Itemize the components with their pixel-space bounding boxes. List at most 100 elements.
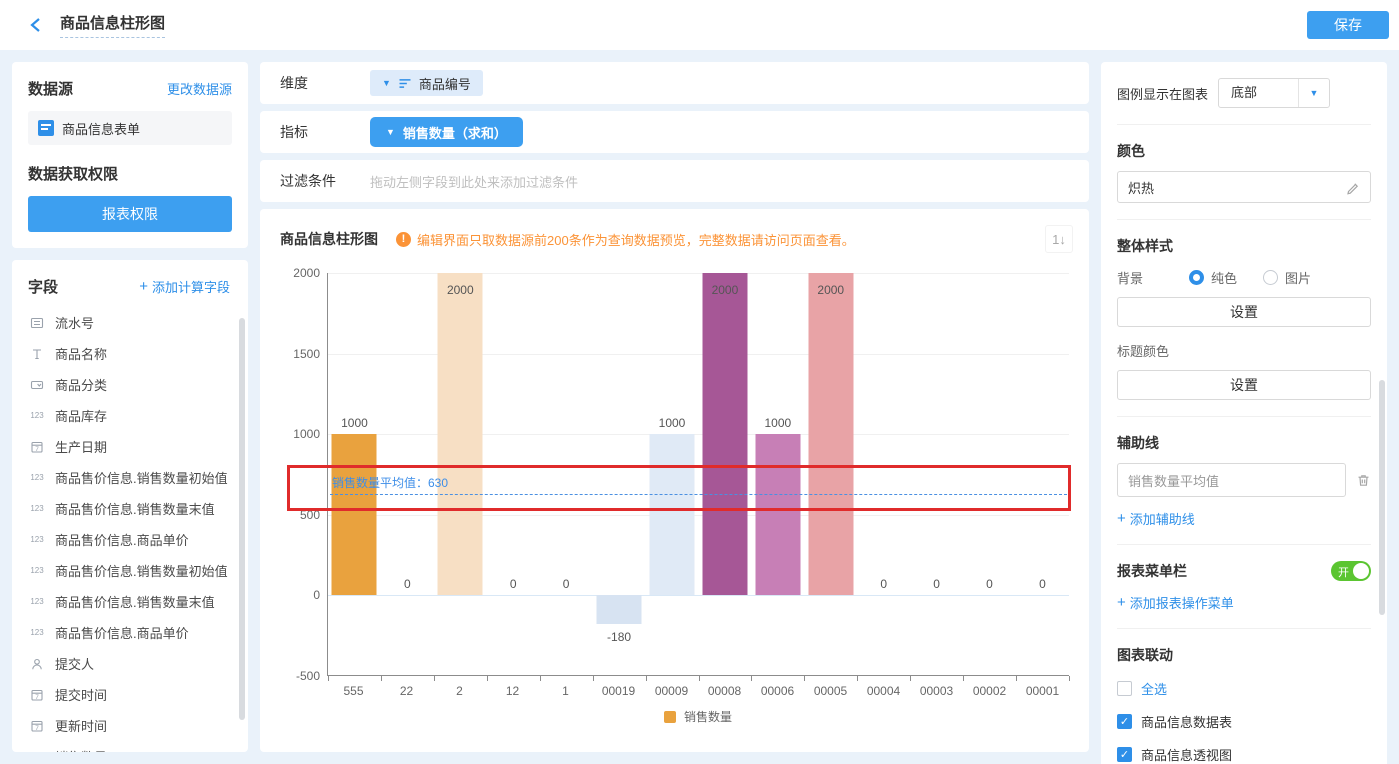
save-button[interactable]: 保存	[1307, 11, 1389, 39]
number-field-icon: 123	[28, 473, 46, 482]
bar-value-label: 1000	[328, 416, 381, 430]
chart-legend[interactable]: 销售数量	[327, 708, 1069, 725]
linkage-list: ✓商品信息数据表 ✓商品信息透视图	[1117, 712, 1371, 764]
trash-icon[interactable]	[1356, 473, 1371, 488]
select-all-link[interactable]: 全选	[1141, 679, 1167, 698]
add-report-menu-label: 添加报表操作菜单	[1130, 593, 1234, 612]
x-tick-mark	[328, 676, 329, 681]
chart-card: 商品信息柱形图 ! 编辑界面只取数据源前200条作为查询数据预览，完整数据请访问…	[260, 209, 1089, 752]
radio-icon[interactable]	[1189, 270, 1204, 285]
report-permission-button[interactable]: 报表权限	[28, 196, 232, 232]
legend-position-value: 底部	[1219, 79, 1299, 107]
aux-line-value: 销售数量平均值	[1128, 471, 1219, 490]
field-item[interactable]: 商品分类	[28, 369, 242, 400]
page-title: 商品信息柱形图	[60, 12, 165, 38]
legend-swatch	[664, 711, 676, 723]
field-item[interactable]: 商品名称	[28, 338, 242, 369]
field-item[interactable]: 123 商品售价信息.销售数量初始值	[28, 462, 242, 493]
background-option[interactable]: 纯色	[1189, 268, 1237, 287]
x-tick-label: 2	[433, 684, 486, 698]
svg-text:7: 7	[35, 445, 39, 452]
linkage-item[interactable]: ✓商品信息数据表	[1117, 712, 1371, 731]
chevron-down-icon: ▼	[386, 127, 395, 137]
field-item[interactable]: 123商品售价信息.销售数量末值	[28, 493, 242, 524]
report-menu-toggle[interactable]: 开	[1331, 561, 1371, 581]
warning-icon: !	[396, 232, 411, 247]
field-item[interactable]: 123商品库存	[28, 400, 242, 431]
field-item[interactable]: 123商品售价信息.销售数量末值	[28, 586, 242, 617]
x-tick-mark	[910, 676, 911, 681]
worksheet-icon	[38, 120, 54, 136]
field-item[interactable]: fx销售数量	[28, 741, 242, 752]
divider	[1117, 219, 1371, 220]
svg-text:7: 7	[35, 724, 39, 731]
edit-pencil-icon[interactable]	[1345, 180, 1360, 195]
bar-value-label: 0	[857, 577, 910, 591]
fields-title: 字段	[28, 276, 58, 297]
field-item[interactable]: 123商品售价信息.商品单价	[28, 617, 242, 648]
linkage-item[interactable]: ✓商品信息透视图	[1117, 745, 1371, 764]
number-field-icon: 123	[28, 535, 46, 544]
style-panel-scrollbar[interactable]	[1379, 380, 1385, 615]
field-item[interactable]: 7更新时间	[28, 710, 242, 741]
metric-tag[interactable]: ▼ 销售数量（求和）	[370, 117, 523, 147]
x-tick-mark	[804, 676, 805, 681]
add-report-menu-link[interactable]: + 添加报表操作菜单	[1117, 593, 1371, 612]
field-item[interactable]: 7提交时间	[28, 679, 242, 710]
chevron-down-icon[interactable]: ▼	[1299, 79, 1329, 107]
x-tick-mark	[857, 676, 858, 681]
main-area: 数据源 更改数据源 商品信息表单 数据获取权限 报表权限 字段 + 添加计算字段…	[0, 50, 1399, 764]
datasource-item[interactable]: 商品信息表单	[28, 111, 232, 145]
bar-value-label: 0	[910, 577, 963, 591]
x-tick-label: 00002	[963, 684, 1016, 698]
y-tick-label: -500	[276, 669, 320, 683]
dimension-value: 商品编号	[419, 74, 471, 93]
chart-title: 商品信息柱形图	[280, 229, 378, 249]
fields-list: 流水号商品名称商品分类123商品库存7生产日期123商品售价信息.销售数量初始值…	[28, 307, 242, 752]
title-color-set-button[interactable]: 设置	[1117, 370, 1371, 400]
legend-position-select[interactable]: 底部 ▼	[1218, 78, 1330, 108]
field-item[interactable]: 流水号	[28, 307, 242, 338]
chevron-down-icon: ▼	[382, 78, 391, 88]
x-tick-label: 00005	[804, 684, 857, 698]
bar-column: 0	[1016, 273, 1069, 675]
x-tick-label: 555	[327, 684, 380, 698]
fields-scrollbar[interactable]	[239, 318, 245, 720]
background-set-button[interactable]: 设置	[1117, 297, 1371, 327]
bar-value-label: 2000	[698, 283, 751, 297]
color-scheme-input[interactable]: 炽热	[1117, 171, 1371, 203]
x-tick-mark	[751, 676, 752, 681]
dimension-tag[interactable]: ▼ 商品编号	[370, 70, 483, 96]
field-label: 商品售价信息.销售数量末值	[55, 499, 215, 518]
field-item[interactable]: 提交人	[28, 648, 242, 679]
x-tick-label: 00009	[645, 684, 698, 698]
overall-style-title: 整体样式	[1117, 236, 1371, 256]
back-button[interactable]	[22, 11, 50, 39]
add-calc-field-link[interactable]: + 添加计算字段	[139, 277, 230, 296]
filter-row[interactable]: 过滤条件 拖动左侧字段到此处来添加过滤条件	[260, 160, 1089, 202]
field-label: 商品库存	[55, 406, 107, 425]
add-aux-line-link[interactable]: + 添加辅助线	[1117, 509, 1371, 528]
sort-button[interactable]: 1↓	[1045, 225, 1073, 253]
field-item[interactable]: 7 生产日期	[28, 431, 242, 462]
preview-notice: ! 编辑界面只取数据源前200条作为查询数据预览，完整数据请访问页面查看。	[396, 230, 855, 249]
checkbox[interactable]: ✓	[1117, 747, 1132, 762]
style-panel: 图例显示在图表 底部 ▼ 颜色 炽热 整体样式 背景 纯色图片 设置 标题颜色	[1101, 62, 1387, 764]
number-field-icon: 123	[28, 597, 46, 606]
radio-icon[interactable]	[1263, 270, 1278, 285]
field-label: 商品售价信息.销售数量初始值	[55, 468, 228, 487]
middle-column: 维度 ▼ 商品编号 指标 ▼ 销售数量（求和） 过滤条件 拖动左侧字段到此处来添…	[260, 62, 1089, 752]
field-item[interactable]: 123商品售价信息.商品单价	[28, 524, 242, 555]
x-tick-mark	[699, 676, 700, 681]
aux-line-input[interactable]: 销售数量平均值	[1117, 463, 1346, 497]
background-option[interactable]: 图片	[1263, 268, 1311, 287]
x-tick-label: 12	[486, 684, 539, 698]
change-datasource-link[interactable]: 更改数据源	[167, 79, 232, 98]
checkbox[interactable]: ✓	[1117, 714, 1132, 729]
field-label: 生产日期	[55, 437, 107, 456]
bar-value-label: -180	[593, 630, 646, 644]
topbar: 商品信息柱形图 保存	[0, 0, 1399, 50]
select-all-checkbox[interactable]	[1117, 681, 1132, 696]
x-tick-mark	[487, 676, 488, 681]
field-item[interactable]: 123商品售价信息.销售数量初始值	[28, 555, 242, 586]
